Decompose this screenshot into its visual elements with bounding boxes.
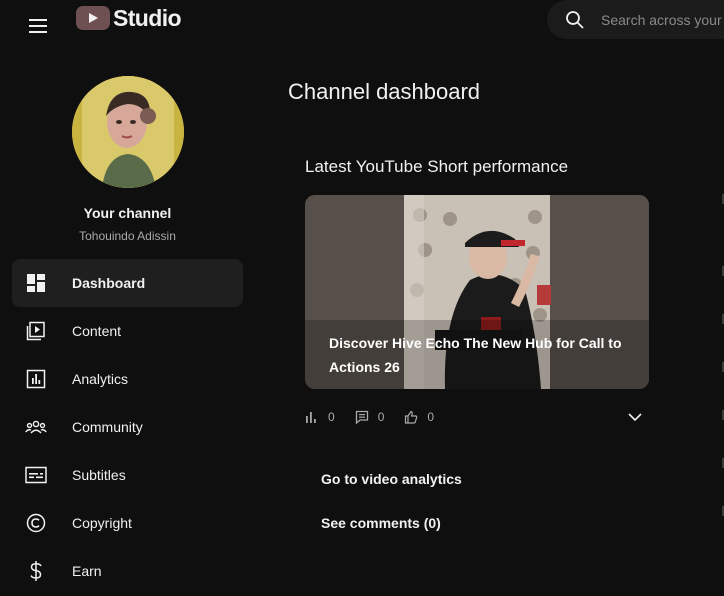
menu-icon[interactable]	[20, 8, 56, 44]
comments-count: 0	[377, 410, 385, 424]
thumbs-up-icon	[404, 410, 418, 424]
card-title: Latest YouTube Short performance	[305, 157, 569, 176]
logo-text: Studio	[113, 4, 182, 31]
views-bar-icon	[305, 410, 319, 424]
sidebar-item-copyright[interactable]: Copyright	[12, 499, 243, 547]
content-icon	[24, 319, 48, 343]
comments-stat: 0	[355, 410, 385, 424]
community-icon	[24, 415, 48, 439]
sidebar-item-label: Earn	[72, 563, 102, 579]
sidebar-item-content[interactable]: Content	[12, 307, 243, 355]
chevron-down-icon[interactable]	[625, 407, 645, 427]
top-bar: Studio	[0, 0, 724, 56]
sidebar-item-label: Copyright	[72, 515, 132, 531]
comment-icon	[355, 410, 369, 424]
analytics-icon	[24, 367, 48, 391]
sidebar-item-analytics[interactable]: Analytics	[12, 355, 243, 403]
sidebar-item-dashboard[interactable]: Dashboard	[12, 259, 243, 307]
sidebar-item-earn[interactable]: Earn	[12, 547, 243, 595]
avatar[interactable]	[72, 76, 184, 188]
likes-count: 0	[427, 410, 435, 424]
copyright-icon	[24, 511, 48, 535]
sidebar-item-label: Content	[72, 323, 122, 339]
sidebar-item-label: Dashboard	[72, 275, 146, 291]
youtube-play-icon	[76, 6, 110, 30]
views-stat: 0	[305, 410, 335, 424]
sidebar-item-subtitles[interactable]: Subtitles	[12, 451, 243, 499]
sidebar: Your channel Tohouindo Adissin Dashboard…	[0, 56, 255, 596]
views-count: 0	[328, 410, 335, 424]
studio-logo[interactable]: Studio	[76, 4, 182, 32]
see-comments-button[interactable]: See comments (0)	[305, 505, 457, 541]
search-box[interactable]	[547, 0, 724, 39]
search-icon[interactable]	[565, 10, 585, 30]
go-to-video-analytics-button[interactable]: Go to video analytics	[305, 461, 478, 497]
page-title: Channel dashboard	[288, 79, 481, 104]
video-title: Discover Hive Echo The New Hub for Call …	[329, 335, 622, 375]
search-input[interactable]	[601, 11, 724, 28]
video-thumbnail[interactable]: Discover Hive Echo The New Hub for Call …	[305, 195, 649, 389]
sidebar-item-community[interactable]: Community	[12, 403, 243, 451]
sidebar-item-label: Subtitles	[72, 467, 126, 483]
sidebar-nav: Dashboard Content Analytics Community Su…	[12, 259, 243, 595]
earn-icon	[24, 559, 48, 583]
next-card-edge	[718, 180, 724, 560]
video-stats: 0 0 0	[305, 407, 649, 427]
channel-title: Your channel	[83, 205, 172, 221]
likes-stat: 0	[404, 410, 434, 424]
sidebar-item-label: Analytics	[72, 371, 129, 387]
sidebar-item-label: Community	[72, 419, 143, 435]
dashboard-icon	[24, 271, 48, 295]
subtitles-icon	[24, 463, 48, 487]
channel-name: Tohouindo Adissin	[79, 229, 176, 243]
